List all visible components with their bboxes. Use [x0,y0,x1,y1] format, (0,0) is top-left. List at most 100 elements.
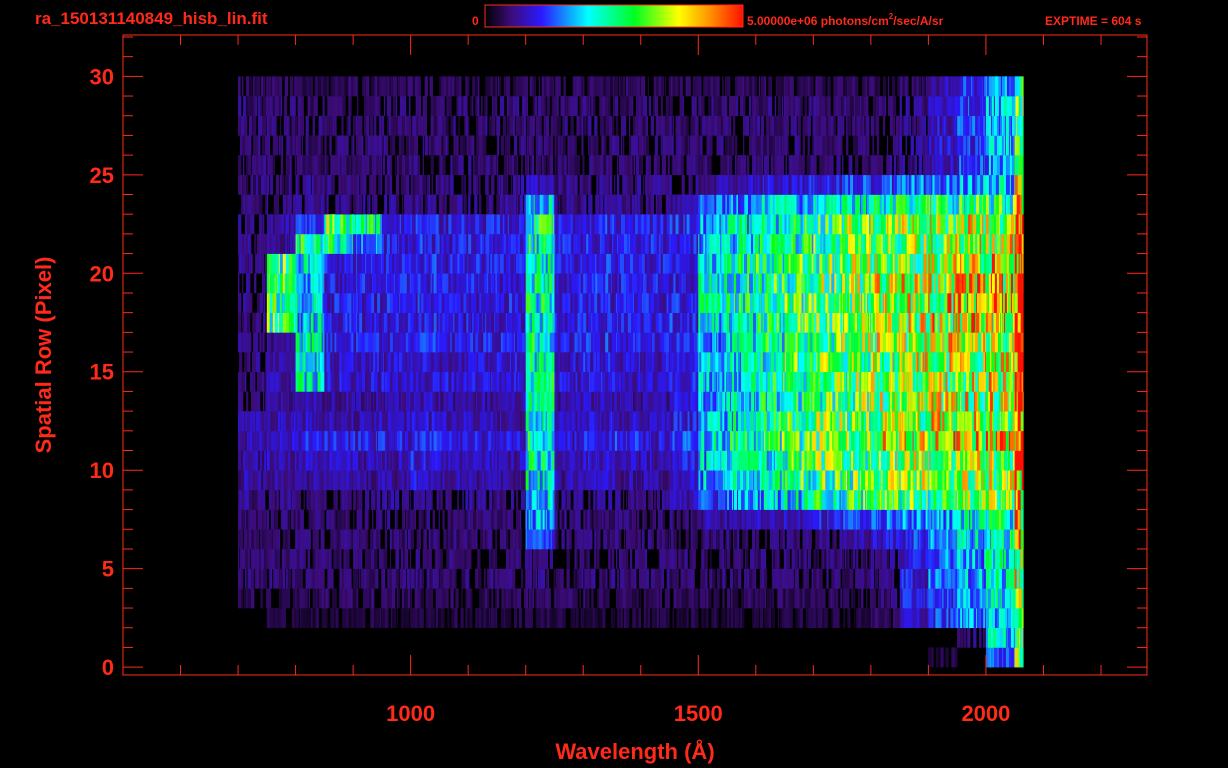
heatmap-stripe [305,529,308,550]
heatmap-stripe [358,430,362,451]
heatmap-stripe [565,588,569,609]
heatmap-stripe [324,430,328,451]
heatmap-stripe [443,391,447,412]
heatmap-stripe [283,489,288,510]
heatmap-stripe [776,411,780,432]
heatmap-stripe [273,411,277,432]
heatmap-stripe [561,509,563,530]
heatmap-stripe [703,529,706,550]
heatmap-stripe [490,568,494,589]
heatmap-stripe [450,509,454,530]
heatmap-stripe [410,450,414,471]
heatmap-stripe [541,489,545,510]
heatmap-stripe [520,529,523,550]
heatmap-stripe [399,470,403,491]
heatmap-stripe [418,548,420,569]
heatmap-stripe [822,470,825,491]
heatmap-stripe [618,509,623,530]
heatmap-stripe [698,411,702,432]
heatmap-stripe [387,450,392,471]
heatmap-stripe [616,411,620,432]
heatmap-stripe [942,411,945,432]
heatmap-stripe [701,529,704,550]
heatmap-stripe [874,411,879,432]
heatmap-stripe [711,608,715,629]
heatmap-stripe [411,509,415,530]
heatmap-stripe [720,411,723,432]
heatmap-stripe [975,529,979,550]
heatmap-cell [669,509,699,530]
heatmap-stripe [661,450,665,471]
heatmap-stripe [609,391,612,412]
heatmap-cell [928,509,958,530]
heatmap-stripe [348,430,351,451]
heatmap-stripe [390,391,394,412]
heatmap-stripe [639,529,642,550]
heatmap-stripe [359,548,363,569]
heatmap-stripe [305,450,309,471]
heatmap-stripe [755,608,760,629]
heatmap-stripe [575,450,579,471]
heatmap-stripe [674,391,678,412]
heatmap-stripe [640,450,644,471]
heatmap-stripe [627,450,632,471]
heatmap-stripe [247,411,251,432]
heatmap-stripe [361,411,365,432]
heatmap-stripe [734,489,738,510]
heatmap-stripe [356,450,359,471]
heatmap-stripe [445,371,449,392]
heatmap-stripe [777,470,781,491]
heatmap-cell [842,489,872,510]
heatmap-stripe [919,608,923,629]
heatmap-stripe [616,608,621,629]
heatmap-stripe [836,411,840,432]
heatmap-stripe [526,509,529,530]
heatmap-stripe [528,450,532,471]
heatmap-stripe [784,489,788,510]
heatmap-stripe [685,529,689,550]
heatmap-stripe [821,450,825,471]
heatmap-stripe [401,371,406,392]
heatmap-stripe [324,371,328,392]
heatmap-stripe [319,568,323,589]
heatmap-stripe [565,470,568,491]
heatmap-stripe [465,568,469,589]
heatmap-stripe [952,509,955,530]
heatmap-stripe [339,529,342,550]
heatmap-stripe [533,371,536,392]
heatmap-stripe [682,509,686,530]
heatmap-stripe [429,430,432,451]
heatmap-stripe [594,411,598,432]
heatmap-stripe [1020,430,1024,451]
heatmap-stripe [977,450,981,471]
heatmap-stripe [928,647,930,668]
heatmap-cell [381,450,411,471]
heatmap-cell [899,489,929,510]
heatmap-stripe [285,411,290,432]
heatmap-stripe [493,548,496,569]
heatmap-stripe [945,450,949,471]
heatmap-stripe [547,470,550,491]
heatmap-stripe [625,608,630,629]
heatmap-cell [1014,529,1024,550]
heatmap-stripe [528,568,532,589]
heatmap-stripe [685,588,688,609]
heatmap-stripe [878,608,883,629]
heatmap-stripe [912,548,916,569]
heatmap-stripe [602,470,606,491]
heatmap-stripe [746,548,749,569]
heatmap-stripe [332,509,335,530]
heatmap-cell [899,509,929,530]
heatmap-cell [640,548,670,569]
heatmap-stripe [813,470,817,491]
heatmap-cell [381,470,411,491]
heatmap-stripe [610,548,613,569]
heatmap-stripe [643,450,648,471]
heatmap-stripe [771,450,775,471]
heatmap-stripe [318,588,322,609]
heatmap-stripe [997,529,1001,550]
heatmap-cell [640,489,670,510]
heatmap-stripe [470,470,473,491]
heatmap-stripe [875,470,880,491]
heatmap-stripe [376,529,380,550]
